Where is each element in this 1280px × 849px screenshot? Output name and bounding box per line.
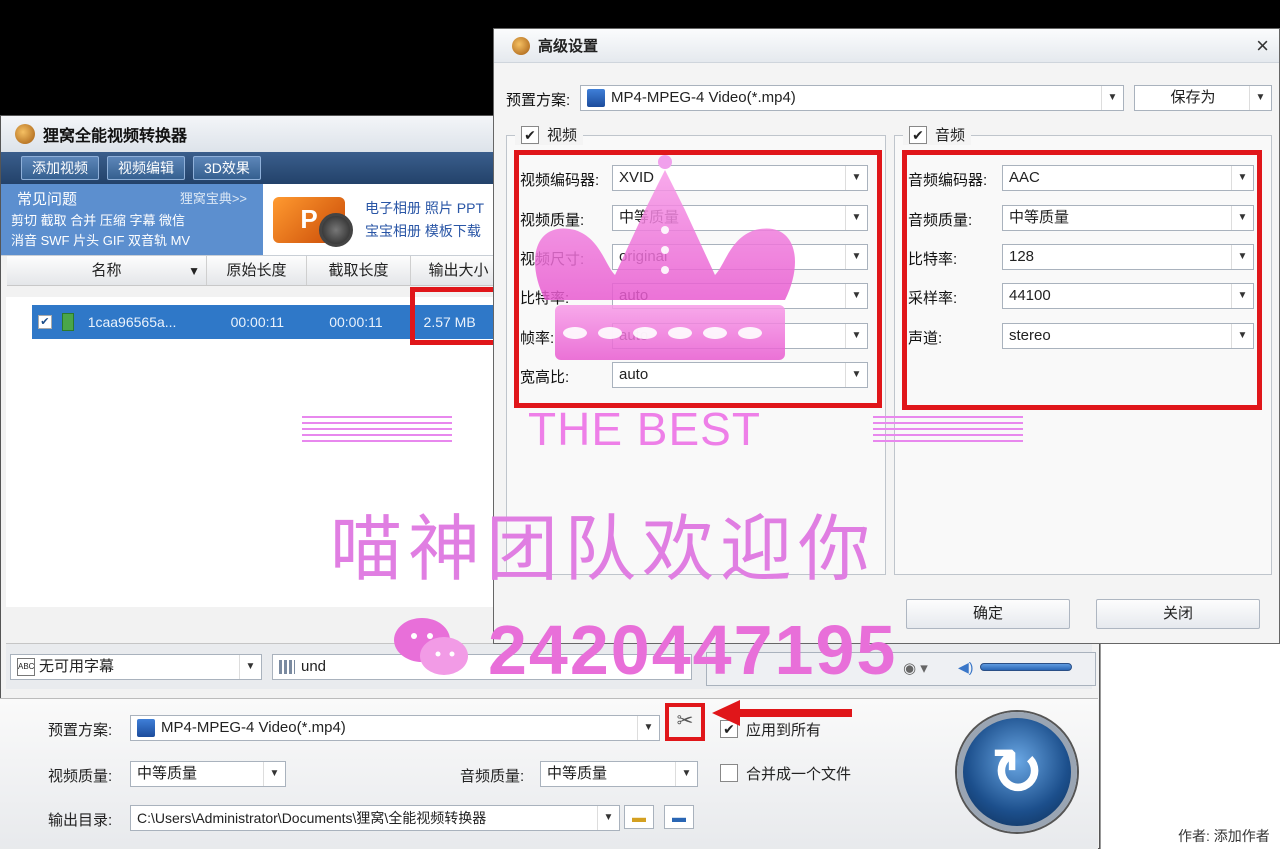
audio-track-icon <box>279 660 295 675</box>
column-original-length[interactable]: 原始长度 <box>207 256 307 285</box>
sort-down-icon[interactable]: ▼ <box>188 256 200 286</box>
audio-quality-value: 中等质量 <box>547 765 608 782</box>
video-group-header: ✔ 视频 <box>515 124 584 145</box>
ppt-logo-icon[interactable]: P <box>273 196 353 247</box>
advanced-settings-dialog: 高级设置 × 预置方案: MP4-MPEG-4 Video(*.mp4) ▼ 保… <box>493 28 1280 644</box>
advanced-settings-button[interactable]: ✂ <box>665 703 705 741</box>
preset-value: MP4-MPEG-4 Video(*.mp4) <box>161 719 346 736</box>
column-cut-length[interactable]: 截取长度 <box>307 256 411 285</box>
author-text: 作者: 添加作者 <box>1178 828 1270 844</box>
3d-effect-button[interactable]: 3D效果 <box>193 156 261 180</box>
video-group-label: 视频 <box>547 127 578 144</box>
browse-folder-icon[interactable]: ▬ <box>664 805 694 829</box>
red-arrow-icon <box>712 700 852 726</box>
camera-icon[interactable]: ◉ ▾ <box>903 657 928 681</box>
chevron-down-icon[interactable]: ▼ <box>637 716 659 740</box>
audio-group-label: 音频 <box>935 127 966 144</box>
convert-arrow-icon: ↻ <box>990 735 1044 808</box>
column-name-label: 名称 <box>91 262 122 279</box>
video-file-icon <box>61 313 74 331</box>
settings-panel: 预置方案: MP4-MPEG-4 Video(*.mp4) ▼ 视频质量: 中等… <box>0 698 1098 849</box>
quick-links-row-2[interactable]: 消音 SWF 片头 GIF 双音轨 MV <box>11 231 253 251</box>
quick-links-row-1[interactable]: 剪切 截取 合并 压缩 字幕 微信 <box>11 211 253 231</box>
subtitle-icon: ABC <box>17 658 35 677</box>
video-format-icon <box>587 89 605 108</box>
dialog-preset-value: MP4-MPEG-4 Video(*.mp4) <box>611 89 796 106</box>
chevron-down-icon[interactable]: ▼ <box>263 762 285 786</box>
subtitle-audio-bar: ABC 无可用字幕 ▼ und ◉ ▾ <box>6 643 1096 689</box>
audio-settings-highlight <box>902 150 1262 410</box>
save-as-label: 保存为 <box>1170 89 1216 106</box>
merge-label: 合并成一个文件 <box>746 766 852 783</box>
app-logo-icon <box>512 36 530 55</box>
subtitle-select[interactable]: ABC 无可用字幕 ▼ <box>10 654 262 680</box>
promo-links-row-1[interactable]: 电子相册 照片 PPT <box>365 197 484 220</box>
chevron-down-icon[interactable]: ▼ <box>675 762 697 786</box>
open-folder-icon[interactable]: ▬ <box>624 805 654 829</box>
chevron-down-icon[interactable]: ▼ <box>597 806 619 830</box>
audio-quality-select[interactable]: 中等质量 ▼ <box>540 761 698 787</box>
promo-links-row-2[interactable]: 宝宝相册 模板下载 <box>365 220 484 243</box>
ok-button[interactable]: 确定 <box>906 599 1070 629</box>
merge-checkbox[interactable] <box>720 764 738 782</box>
video-edit-button[interactable]: 视频编辑 <box>107 156 185 180</box>
output-dir-label: 输出目录: <box>48 812 113 829</box>
output-dir-select[interactable]: C:\Users\Administrator\Documents\狸窝\全能视频… <box>130 805 620 831</box>
output-size-highlight <box>410 287 500 345</box>
file-name: 1caa96565a... <box>87 314 177 330</box>
video-format-icon <box>137 719 155 738</box>
preset-select[interactable]: MP4-MPEG-4 Video(*.mp4) ▼ <box>130 715 660 741</box>
preset-label: 预置方案: <box>48 722 113 739</box>
file-checkbox[interactable]: ✔ <box>38 315 52 329</box>
add-video-button[interactable]: 添加视频 <box>21 156 99 180</box>
audio-group-header: ✔ 音频 <box>903 124 972 145</box>
file-original-length: 00:00:11 <box>230 314 285 330</box>
close-icon[interactable]: × <box>1256 33 1269 59</box>
file-cut-length: 00:00:11 <box>329 314 383 330</box>
output-dir-value: C:\Users\Administrator\Documents\狸窝\全能视频… <box>137 810 487 826</box>
chevron-down-icon[interactable]: ▼ <box>239 655 261 679</box>
subtitle-value: 无可用字幕 <box>39 658 115 675</box>
app-title: 狸窝全能视频转换器 <box>43 128 188 145</box>
video-quality-value: 中等质量 <box>137 765 198 782</box>
audio-quality-label: 音频质量: <box>460 768 525 785</box>
video-settings-highlight <box>514 150 882 408</box>
right-strip <box>1100 640 1280 849</box>
video-checkbox[interactable]: ✔ <box>521 125 539 144</box>
volume-icon[interactable]: ◀) <box>958 659 973 676</box>
chevron-down-icon[interactable]: ▼ <box>1249 86 1271 110</box>
audio-checkbox[interactable]: ✔ <box>909 125 927 144</box>
video-quality-select[interactable]: 中等质量 ▼ <box>130 761 286 787</box>
faq-panel: 常见问题 狸窝宝典>> 剪切 截取 合并 压缩 字幕 微信 消音 SWF 片头 … <box>1 184 263 255</box>
audio-track-select[interactable]: und <box>272 654 692 680</box>
volume-slider[interactable] <box>980 663 1072 671</box>
convert-button[interactable]: ↻ <box>957 712 1077 832</box>
faq-link[interactable]: 常见问题 <box>17 188 77 209</box>
dialog-title-bar: 高级设置 <box>494 29 1279 63</box>
audio-track-value: und <box>301 658 327 675</box>
film-reel-icon <box>319 212 353 247</box>
save-as-button[interactable]: 保存为 ▼ <box>1134 85 1272 111</box>
close-button[interactable]: 关闭 <box>1096 599 1260 629</box>
dialog-preset-label: 预置方案: <box>506 92 571 109</box>
ppt-logo-letter: P <box>300 204 318 234</box>
video-quality-label: 视频质量: <box>48 768 113 785</box>
chevron-down-icon[interactable]: ▼ <box>1101 86 1123 110</box>
column-name[interactable]: 名称 ▼ <box>7 256 207 285</box>
app-logo-icon <box>15 124 35 144</box>
faq-more-link[interactable]: 狸窝宝典>> <box>180 188 247 209</box>
dialog-title: 高级设置 <box>538 38 599 55</box>
dialog-preset-select[interactable]: MP4-MPEG-4 Video(*.mp4) ▼ <box>580 85 1124 111</box>
